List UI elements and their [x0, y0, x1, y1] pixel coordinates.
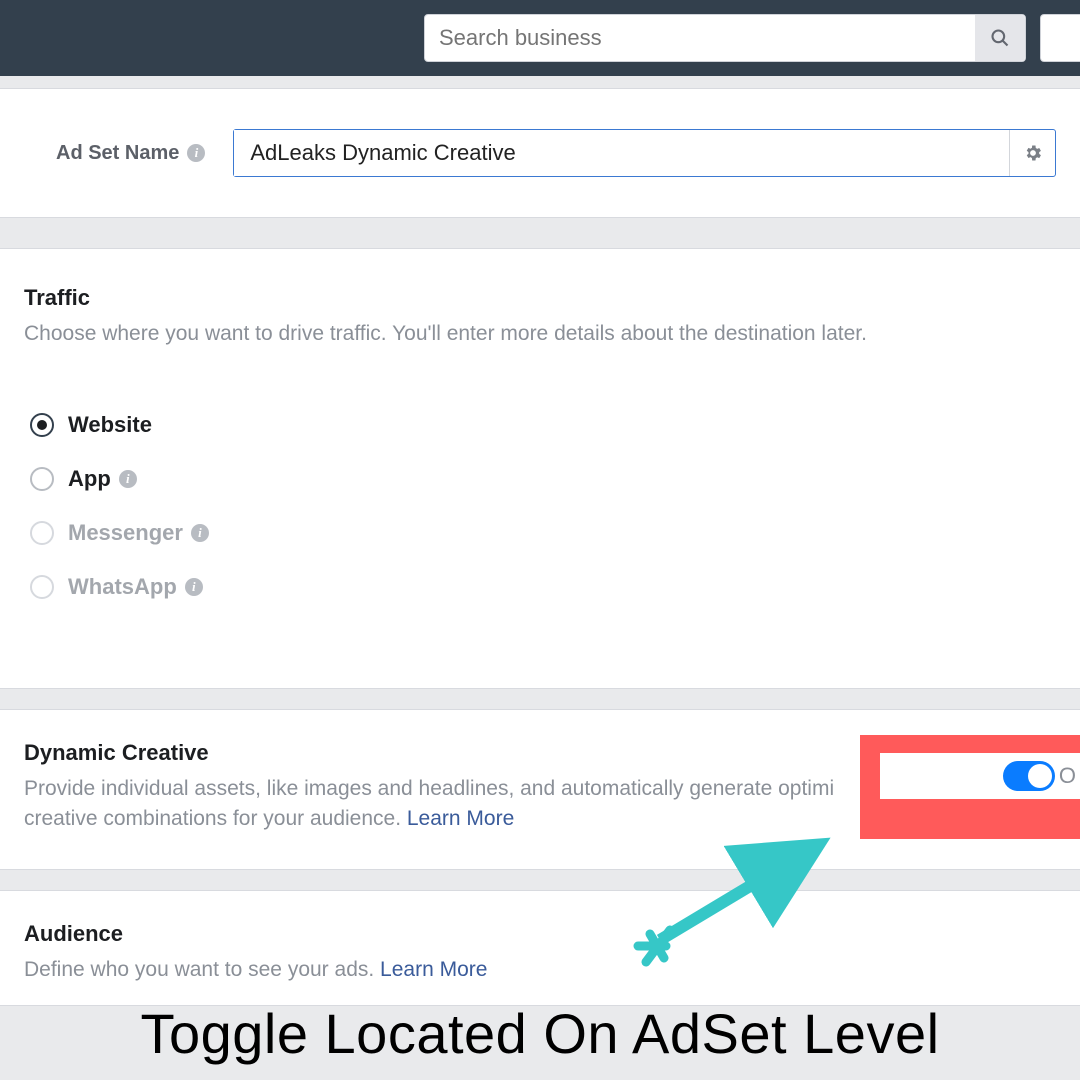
- info-icon[interactable]: i: [185, 578, 203, 596]
- info-icon[interactable]: i: [187, 144, 205, 162]
- search-wrap: [424, 14, 1026, 62]
- gear-icon: [1023, 143, 1043, 163]
- radio-icon: [30, 467, 54, 491]
- search-icon: [990, 28, 1010, 48]
- traffic-heading: Traffic: [24, 285, 1056, 311]
- info-icon[interactable]: i: [191, 524, 209, 542]
- dynamic-creative-toggle[interactable]: [1003, 761, 1055, 791]
- radio-icon: [30, 521, 54, 545]
- annotation-highlight-box: O: [860, 735, 1080, 839]
- audience-heading: Audience: [24, 921, 1056, 947]
- traffic-option-whatsapp[interactable]: WhatsAppi: [30, 574, 1056, 600]
- toggle-state-label: O: [1059, 763, 1076, 789]
- ad-set-name-row: Ad Set Name i: [0, 88, 1080, 218]
- traffic-option-messenger[interactable]: Messengeri: [30, 520, 1056, 546]
- traffic-sub: Choose where you want to drive traffic. …: [24, 319, 1056, 348]
- search-button[interactable]: [975, 15, 1025, 61]
- dynamic-creative-section: Dynamic Creative Provide individual asse…: [0, 709, 1080, 870]
- traffic-option-website[interactable]: Website: [30, 412, 1056, 438]
- dynamic-learn-more-link[interactable]: Learn More: [407, 807, 514, 830]
- traffic-radio-group: Website Appi Messengeri WhatsAppi: [24, 412, 1056, 600]
- radio-label: Appi: [68, 466, 137, 492]
- traffic-option-app[interactable]: Appi: [30, 466, 1056, 492]
- top-bar: [0, 0, 1080, 76]
- annotation-caption: Toggle Located On AdSet Level: [0, 1001, 1080, 1066]
- ad-set-name-input[interactable]: [234, 130, 1009, 176]
- audience-learn-more-link[interactable]: Learn More: [380, 958, 487, 981]
- ad-set-settings-button[interactable]: [1009, 130, 1055, 176]
- radio-label: WhatsAppi: [68, 574, 203, 600]
- search-input[interactable]: [425, 25, 975, 51]
- toggle-background: O: [880, 753, 1080, 799]
- radio-icon: [30, 413, 54, 437]
- radio-icon: [30, 575, 54, 599]
- info-icon[interactable]: i: [119, 470, 137, 488]
- audience-sub: Define who you want to see your ads. Lea…: [24, 955, 1056, 984]
- radio-label: Messengeri: [68, 520, 209, 546]
- radio-label: Website: [68, 412, 152, 438]
- traffic-section: Traffic Choose where you want to drive t…: [0, 248, 1080, 689]
- header-right-widget[interactable]: [1040, 14, 1080, 62]
- ad-set-name-label: Ad Set Name i: [56, 142, 205, 165]
- audience-section: Audience Define who you want to see your…: [0, 890, 1080, 1005]
- toggle-knob: [1028, 764, 1052, 788]
- ad-set-name-label-text: Ad Set Name: [56, 142, 179, 165]
- ad-set-name-input-wrap: [233, 129, 1056, 177]
